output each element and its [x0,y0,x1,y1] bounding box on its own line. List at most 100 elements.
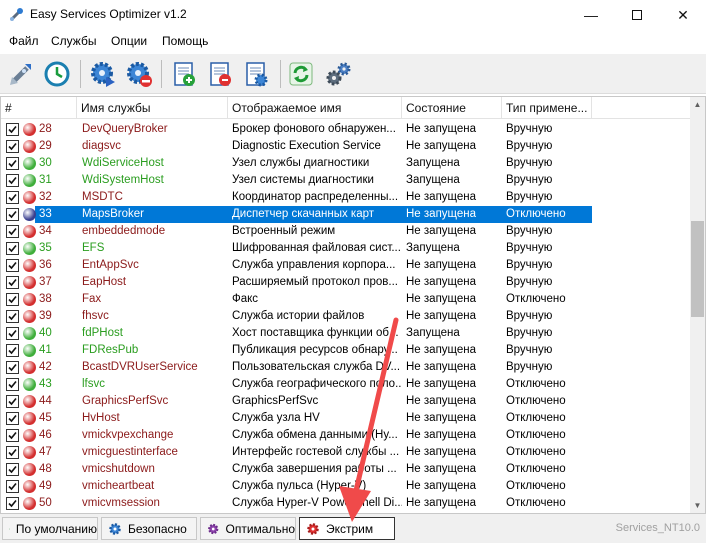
status-dot-icon [23,480,36,493]
menu-options[interactable]: Опции [111,34,147,48]
row-checkbox[interactable] [6,310,19,323]
row-checkbox[interactable] [6,174,19,187]
table-row[interactable]: 39 fhsvc Служба истории файлов Не запущена В… [1,308,690,325]
row-checkbox[interactable] [6,242,19,255]
row-state: Запущена [406,327,460,339]
row-checkbox[interactable] [6,429,19,442]
row-number: 40 [39,327,52,339]
table-row[interactable]: 41 FDResPub Публикация ресурсов обнару... Н… [1,342,690,359]
gear-green-icon [9,528,10,529]
services-list[interactable]: # Имя службы Отображаемое имя Состояние … [0,96,706,514]
status-dot-icon [23,378,36,391]
row-number: 36 [39,259,52,271]
row-checkbox[interactable] [6,412,19,425]
row-checkbox[interactable] [6,378,19,391]
column-header-display-name[interactable]: Отображаемое имя [228,97,402,119]
status-dot-icon [23,259,36,272]
row-checkbox[interactable] [6,157,19,170]
table-row[interactable]: 42 BcastDVRUserService Пользовательская сл… [1,359,690,376]
preset-optimal-button[interactable]: Оптимально [200,517,296,540]
menu-services[interactable]: Службы [51,34,96,48]
row-checkbox[interactable] [6,361,19,374]
row-startup-type: Отключено [506,293,566,305]
row-checkbox[interactable] [6,259,19,272]
add-list-button[interactable] [167,57,201,91]
table-row[interactable]: 36 EntAppSvc Служба управления корпора... Н… [1,257,690,274]
menu-file[interactable]: Файл [9,34,39,48]
gears-icon [326,62,351,86]
row-service-name: MapsBroker [82,208,144,220]
table-row[interactable]: 49 vmicheartbeat Служба пульса (Hyper-V) Не… [1,478,690,495]
status-dot-icon [23,225,36,238]
table-row[interactable]: 31 WdiSystemHost Узел системы диагностики З… [1,172,690,189]
start-service-button[interactable] [86,57,120,91]
preset-safe-button[interactable]: Безопасно [101,517,197,540]
table-row[interactable]: 33 MapsBroker Диспетчер скачанных карт Не з… [1,206,690,223]
table-row[interactable]: 45 HvHost Служба узла HV Не запущена Отключе… [1,410,690,427]
table-row[interactable]: 28 DevQueryBroker Брокер фонового обнаруже… [1,121,690,138]
table-row[interactable]: 30 WdiServiceHost Узел службы диагностики З… [1,155,690,172]
stop-service-button[interactable] [122,57,156,91]
row-checkbox[interactable] [6,344,19,357]
table-row[interactable]: 35 EFS Шифрованная файловая сист... Запущен… [1,240,690,257]
row-service-name: MSDTC [82,191,123,203]
row-checkbox[interactable] [6,140,19,153]
row-checkbox[interactable] [6,327,19,340]
remove-list-button[interactable] [203,57,237,91]
preset-extreme-button[interactable]: Экстрим [299,517,395,540]
row-checkbox[interactable] [6,225,19,238]
row-startup-type: Вручную [506,276,553,288]
table-row[interactable]: 40 fdPHost Хост поставщика функции об... За… [1,325,690,342]
row-number: 37 [39,276,52,288]
table-row[interactable]: 38 Fax Факс Не запущена Отключено [1,291,690,308]
scroll-thumb[interactable] [691,221,704,317]
menu-help[interactable]: Помощь [162,34,208,48]
column-header-service-name[interactable]: Имя службы [77,97,228,119]
timer-button[interactable] [40,57,74,91]
app-icon [8,7,24,23]
table-row[interactable]: 43 lfsvc Служба географического поло... Не … [1,376,690,393]
table-row[interactable]: 48 vmicshutdown Служба завершения работы .… [1,461,690,478]
row-display-name: Встроенный режим [232,225,336,237]
vertical-scrollbar[interactable]: ▲ ▼ [690,97,705,513]
table-row[interactable]: 34 embeddedmode Встроенный режим Не запущен… [1,223,690,240]
row-checkbox[interactable] [6,208,19,221]
row-checkbox[interactable] [6,191,19,204]
row-checkbox[interactable] [6,395,19,408]
table-row[interactable]: 50 vmicvmsession Служба Hyper-V PowerShell… [1,495,690,512]
scroll-up-icon[interactable]: ▲ [690,97,705,112]
preset-default-button[interactable]: По умолчанию [2,517,98,540]
row-checkbox[interactable] [6,446,19,459]
table-row[interactable]: 29 diagsvc Diagnostic Execution Service Не … [1,138,690,155]
column-header-number[interactable]: # [1,97,77,119]
settings-button[interactable] [321,57,355,91]
table-row[interactable]: 37 EapHost Расширяемый протокол пров... Не … [1,274,690,291]
row-checkbox[interactable] [6,497,19,510]
row-service-name: lfsvc [82,378,105,390]
column-header-state[interactable]: Состояние [402,97,502,119]
table-row[interactable]: 44 GraphicsPerfSvc GraphicsPerfSvc Не запущ… [1,393,690,410]
row-checkbox[interactable] [6,293,19,306]
row-service-name: EapHost [82,276,127,288]
table-row[interactable]: 46 vmickvpexchange Служба обмена данными (… [1,427,690,444]
row-checkbox[interactable] [6,463,19,476]
row-number: 49 [39,480,52,492]
refresh-button[interactable] [284,57,318,91]
maximize-button[interactable] [614,0,660,30]
table-row[interactable]: 47 vmicguestinterface Интерфейс гостевой с… [1,444,690,461]
row-checkbox[interactable] [6,480,19,493]
scroll-down-icon[interactable]: ▼ [690,498,705,513]
minimize-button[interactable]: — [568,0,614,30]
row-checkbox[interactable] [6,123,19,136]
row-startup-type: Вручную [506,344,553,356]
close-button[interactable]: ✕ [660,0,706,30]
status-dot-icon [23,412,36,425]
optimize-button[interactable] [4,57,38,91]
services-version-label: Services_NT10.0 [615,522,700,534]
table-row[interactable]: 32 MSDTC Координатор распределенны... Не за… [1,189,690,206]
status-dot-icon [23,361,36,374]
row-checkbox[interactable] [6,276,19,289]
row-display-name: Брокер фонового обнаружен... [232,123,396,135]
list-settings-button[interactable] [239,57,273,91]
column-header-startup-type[interactable]: Тип примене... [502,97,592,119]
